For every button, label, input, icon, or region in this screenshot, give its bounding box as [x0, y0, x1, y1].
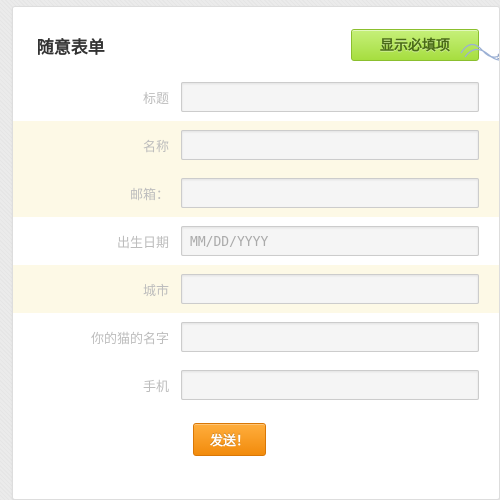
field-row-title: 标题: [13, 73, 499, 121]
field-row-name: 名称: [13, 121, 499, 169]
input-name[interactable]: [181, 130, 479, 160]
form-card: 随意表单 显示必填项 sh 标题 名称 邮箱： 出生日期 城市 你的猫的名字 手…: [12, 6, 500, 500]
label-birthdate: 出生日期: [13, 232, 181, 251]
form-title: 随意表单: [37, 33, 105, 58]
field-row-phone: 手机: [13, 361, 499, 409]
label-title: 标题: [13, 88, 181, 107]
input-birthdate[interactable]: [181, 226, 479, 256]
field-row-city: 城市: [13, 265, 499, 313]
submit-button[interactable]: 发送！: [193, 423, 266, 456]
label-phone: 手机: [13, 376, 181, 395]
input-catname[interactable]: [181, 322, 479, 352]
label-name: 名称: [13, 136, 181, 155]
input-city[interactable]: [181, 274, 479, 304]
label-catname: 你的猫的名字: [13, 328, 181, 347]
input-email[interactable]: [181, 178, 479, 208]
label-email: 邮箱：: [13, 184, 181, 203]
field-row-birthdate: 出生日期: [13, 217, 499, 265]
form-header: 随意表单 显示必填项: [13, 7, 499, 73]
input-phone[interactable]: [181, 370, 479, 400]
label-city: 城市: [13, 280, 181, 299]
decorative-doodle-icon: sh: [459, 33, 500, 63]
field-row-email: 邮箱：: [13, 169, 499, 217]
field-row-catname: 你的猫的名字: [13, 313, 499, 361]
input-title[interactable]: [181, 82, 479, 112]
submit-row: 发送！: [13, 409, 499, 456]
